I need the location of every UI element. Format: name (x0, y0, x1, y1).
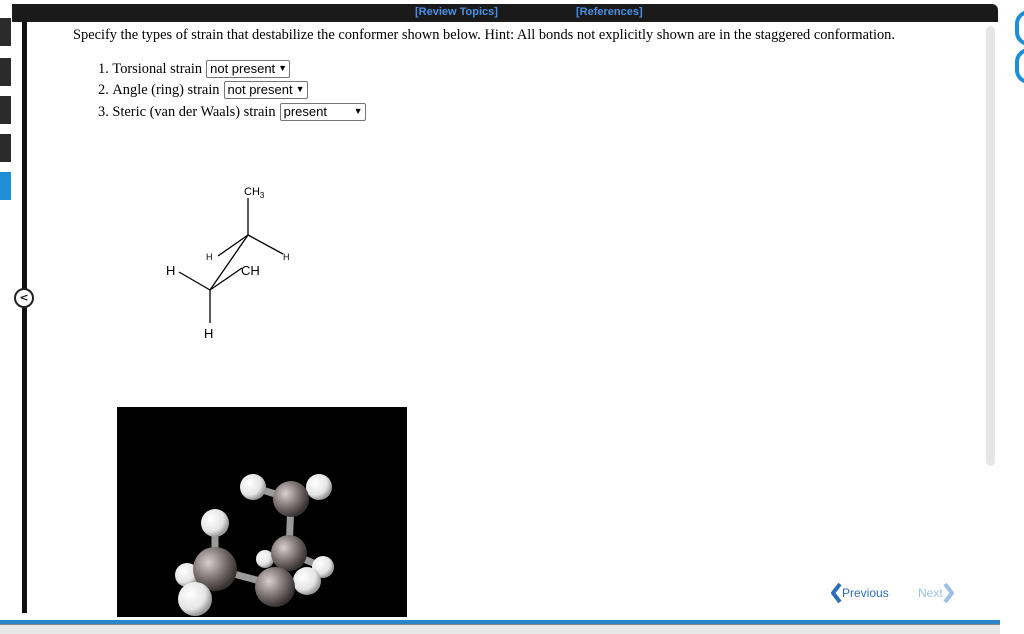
molecule-structure: CH3 H H CH H H 3 (166, 186, 290, 341)
item-label: Steric (van der Waals) strain (112, 103, 276, 120)
h-left-label: H (166, 263, 175, 278)
review-topics-link[interactable]: [Review Topics] (415, 6, 498, 18)
right-ring-icon-2[interactable] (1015, 48, 1024, 84)
left-rail (0, 0, 12, 633)
mid-ch3-label: CH (241, 263, 260, 278)
carbon-atom (255, 567, 295, 607)
next-button[interactable]: Next (918, 583, 955, 603)
hydrogen-atom (240, 474, 266, 500)
item-number: 1. (98, 60, 109, 77)
rail-tab-3[interactable] (0, 96, 11, 124)
select-value: present (283, 103, 327, 119)
select-value: not present (210, 60, 276, 76)
carbon-atom (273, 481, 309, 517)
item-label: Angle (ring) strain (112, 82, 220, 99)
list-item: 2. Angle (ring) strain not present ▼ (98, 80, 366, 102)
torsional-strain-select[interactable]: not present ▼ (206, 59, 291, 78)
right-ring-icon[interactable] (1015, 10, 1024, 46)
chevron-down-icon: ▼ (353, 105, 363, 116)
ball-and-stick-model (175, 474, 334, 616)
hydrogen-atom (293, 567, 321, 595)
rail-tab-4[interactable] (0, 134, 11, 162)
rail-tab-active[interactable] (0, 172, 11, 200)
h-upper-label: H (206, 252, 213, 262)
steric-strain-select[interactable]: present ▼ (279, 102, 366, 121)
carbon-atom (271, 535, 307, 571)
references-link[interactable]: [References] (576, 6, 643, 18)
content-frame-border (22, 18, 27, 613)
bond-lower-right (209, 267, 243, 291)
chevron-down-icon: ▼ (295, 84, 305, 95)
angle-strain-select[interactable]: not present ▼ (223, 81, 308, 100)
chevron-down-icon: ▼ (278, 62, 288, 73)
chevron-left-icon (831, 583, 842, 603)
hydrogen-atom (201, 509, 229, 537)
question-prompt: Specify the types of strain that destabi… (73, 27, 895, 43)
item-label: Torsional strain (112, 60, 203, 77)
select-value: not present (227, 82, 293, 98)
bond-upper-right (247, 234, 284, 255)
previous-label: Previous (842, 586, 889, 600)
bond-upper-left (217, 234, 249, 257)
list-item: 1. Torsional strain not present ▼ (98, 58, 366, 80)
item-number: 3. (98, 103, 109, 120)
hydrogen-atom (306, 474, 332, 500)
item-number: 2. (98, 82, 109, 99)
scrollbar[interactable] (986, 26, 995, 466)
3d-molecule-viewer[interactable] (117, 407, 407, 617)
top-ch3-label: CH3 (244, 186, 265, 200)
h-right-label: H (283, 252, 290, 262)
previous-button[interactable]: Previous (830, 583, 889, 603)
h-bottom-label: H (204, 326, 213, 341)
top-bar (12, 4, 998, 22)
next-label: Next (918, 586, 943, 600)
strain-list: 1. Torsional strain not present ▼ 2. Angl… (98, 58, 366, 123)
chevron-right-icon (943, 583, 954, 603)
chevron-left-icon[interactable]: < (14, 288, 34, 308)
rail-tab-2[interactable] (0, 58, 11, 86)
hydrogen-atom (178, 582, 212, 616)
list-item: 3. Steric (van der Waals) strain present… (98, 101, 366, 123)
rail-tab-1[interactable] (0, 18, 11, 46)
bond-lower-left (178, 271, 211, 291)
